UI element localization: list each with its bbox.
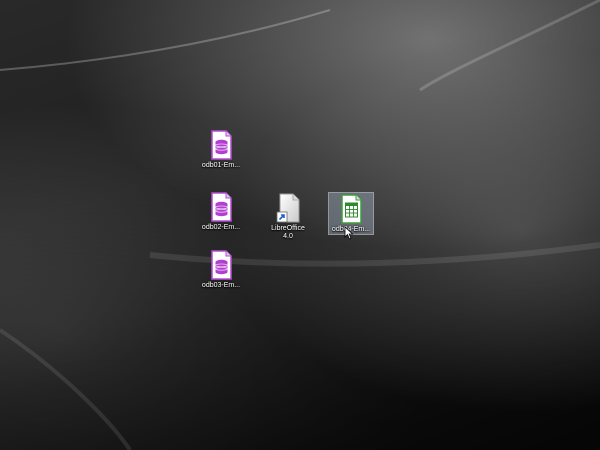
libreoffice-base-database-icon [211, 192, 232, 222]
mouse-pointer-icon [344, 226, 354, 240]
desktop-icon-label: odb02-Em... [201, 224, 241, 231]
libreoffice-base-database-icon [211, 130, 232, 160]
desktop-icon-odb03[interactable]: odb03-Em... [199, 249, 243, 290]
desktop-icon-odb02[interactable]: odb02-Em... [199, 191, 243, 232]
desktop[interactable]: odb01-Em... odb02-Em... odb03-Em... Libr… [0, 0, 600, 450]
desktop-icon-libreoffice-shortcut[interactable]: LibreOffice 4.0 [266, 192, 310, 241]
desktop-icon-odb01[interactable]: odb01-Em... [199, 129, 243, 170]
desktop-icon-label: LibreOffice 4.0 [271, 225, 305, 240]
libreoffice-shortcut-icon [276, 193, 300, 223]
desktop-icon-label: odb03-Em... [201, 282, 241, 289]
libreoffice-calc-spreadsheet-icon [341, 194, 362, 224]
desktop-icon-label: odb01-Em... [201, 162, 241, 169]
libreoffice-base-database-icon [211, 250, 232, 280]
